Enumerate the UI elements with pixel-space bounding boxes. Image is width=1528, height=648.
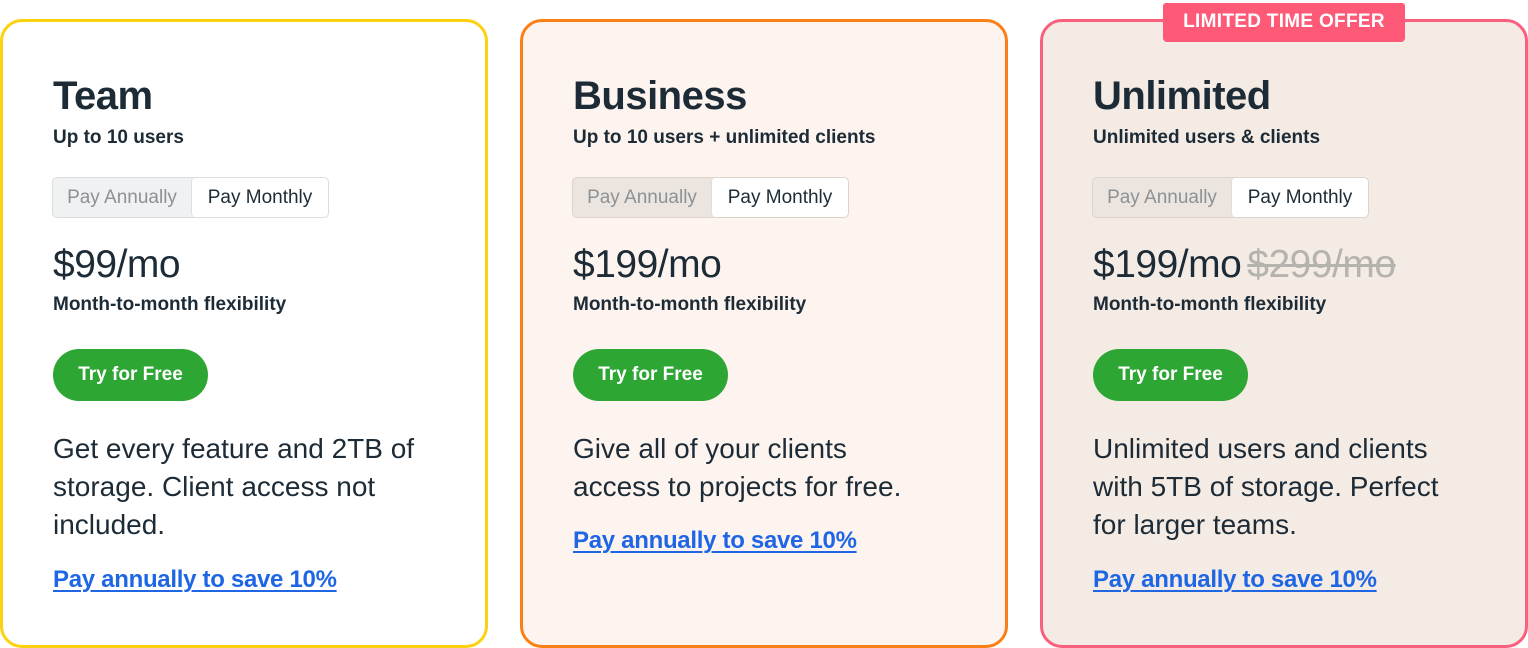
pay-monthly-option[interactable]: Pay Monthly — [191, 178, 328, 217]
price-note: Month-to-month flexibility — [573, 294, 807, 315]
price-row: $99/mo — [53, 243, 181, 287]
pay-annually-link[interactable]: Pay annually to save 10% — [1093, 566, 1377, 594]
billing-toggle: Pay Annually Pay Monthly — [52, 177, 329, 218]
pay-annually-link[interactable]: Pay annually to save 10% — [53, 566, 337, 594]
limited-time-offer-badge: LIMITED TIME OFFER — [1163, 3, 1405, 42]
plan-card-team: Team Up to 10 users Pay Annually Pay Mon… — [0, 19, 488, 648]
price: $199/mo — [1093, 243, 1242, 286]
price-note: Month-to-month flexibility — [53, 294, 287, 315]
price: $199/mo — [573, 243, 722, 286]
plan-subtitle: Up to 10 users + unlimited clients — [573, 127, 876, 148]
plan-card-unlimited: LIMITED TIME OFFER Unlimited Unlimited u… — [1040, 3, 1528, 648]
pricing-page: Team Up to 10 users Pay Annually Pay Mon… — [0, 0, 1528, 648]
price-note: Month-to-month flexibility — [1093, 294, 1327, 315]
plan-name: Team — [53, 74, 153, 118]
price: $99/mo — [53, 243, 181, 286]
pay-annually-option[interactable]: Pay Annually — [1093, 178, 1231, 217]
pay-annually-link[interactable]: Pay annually to save 10% — [573, 527, 857, 555]
pay-annually-option[interactable]: Pay Annually — [573, 178, 711, 217]
plan-description: Get every feature and 2TB of storage. Cl… — [53, 433, 415, 540]
plan-description: Unlimited users and clients with 5TB of … — [1093, 433, 1439, 540]
plan-subtitle: Up to 10 users — [53, 127, 184, 148]
price-row: $199/mo $299/mo — [1093, 243, 1396, 287]
plan-description: Give all of your clients access to proje… — [573, 433, 902, 502]
plan-name: Unlimited — [1093, 74, 1271, 118]
billing-toggle: Pay Annually Pay Monthly — [572, 177, 849, 218]
pay-monthly-option[interactable]: Pay Monthly — [711, 178, 848, 217]
price-row: $199/mo — [573, 243, 722, 287]
plan-card-business: Business Up to 10 users + unlimited clie… — [520, 19, 1008, 648]
billing-toggle: Pay Annually Pay Monthly — [1092, 177, 1369, 218]
plan-name: Business — [573, 74, 747, 118]
pay-monthly-option[interactable]: Pay Monthly — [1231, 178, 1368, 217]
pay-annually-option[interactable]: Pay Annually — [53, 178, 191, 217]
original-price-strikethrough: $299/mo — [1247, 243, 1396, 286]
try-for-free-button[interactable]: Try for Free — [53, 349, 208, 401]
try-for-free-button[interactable]: Try for Free — [573, 349, 728, 401]
plan-subtitle: Unlimited users & clients — [1093, 127, 1321, 148]
try-for-free-button[interactable]: Try for Free — [1093, 349, 1248, 401]
